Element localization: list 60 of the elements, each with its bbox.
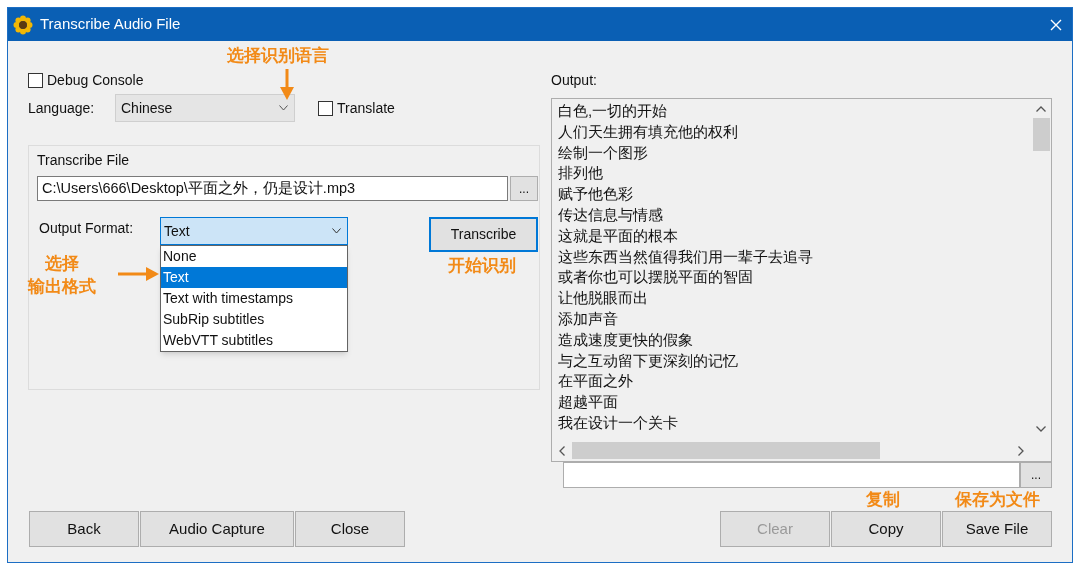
output-line: 绘制一个图形 [558,142,648,163]
output-line: 在平面之外 [558,371,633,392]
annotation-text: 选择识别语言 [227,45,329,67]
output-line: 与之互动留下更深刻的记忆 [558,350,738,371]
scrollbar-thumb[interactable] [1032,118,1050,151]
browse-button[interactable]: ... [1020,462,1052,488]
output-format-label: Output Format: [38,219,135,238]
dialog-button[interactable]: Close [295,511,405,547]
chevron-down-icon [279,105,288,111]
scroll-up-icon[interactable] [1036,106,1046,112]
arrow-icon [118,266,160,282]
transcribe-button[interactable]: Transcribe [429,217,538,252]
debug-console-label[interactable]: Debug Console [47,69,144,91]
annotation-text: 保存为文件 [955,489,1040,511]
language-label: Language: [28,98,96,118]
chevron-down-icon [332,228,341,234]
dialog-button[interactable]: Audio Capture [140,511,294,547]
scroll-right-icon[interactable] [1018,445,1024,456]
output-line: 让他脱眼而出 [558,288,648,309]
window-title: Transcribe Audio File [40,14,181,35]
browse-button[interactable]: ... [510,176,538,201]
output-line: 赋予他色彩 [558,184,633,205]
close-icon[interactable] [1050,18,1062,31]
output-line: 或者你也可以摆脱平面的智固 [558,267,753,288]
input-field[interactable] [563,462,1020,488]
output-line: 传达信息与情感 [558,205,663,225]
group-title: Transcribe File [37,151,130,170]
output-line: 这些东西当然值得我们用一辈子去追寻 [558,246,813,267]
output-line: 造成速度更快的假象 [558,329,693,350]
output-label: Output: [551,71,597,90]
annotation-text: 开始识别 [448,255,516,277]
dropdown-option[interactable]: Text with timestamps [161,288,347,309]
dropdown-option[interactable]: None [161,246,347,267]
dialog-button[interactable]: Save File [942,511,1052,547]
checkbox[interactable] [28,72,43,88]
output-line: 人们天生拥有填充他的权利 [558,121,738,142]
dropdown-option[interactable]: WebVTT subtitles [161,330,347,351]
dropdown-option[interactable]: SubRip subtitles [161,309,347,330]
annotation-text: 复制 [866,489,900,511]
output-line: 我在设计一个关卡 [558,412,678,433]
output-line: 排列他 [558,163,603,184]
output-line: 添加声音 [558,308,618,329]
dropdown-option[interactable]: Text [161,267,347,288]
scroll-left-icon[interactable] [559,445,565,456]
language-dropdown[interactable]: Chinese [115,94,295,122]
checkbox[interactable] [318,100,333,116]
output-line: 这就是平面的根本 [558,225,678,246]
annotation-text: 选择 输出格式 [28,253,96,298]
scroll-down-icon[interactable] [1036,426,1046,432]
output-format-dropdown[interactable]: Text [160,217,348,245]
output-line: 白色,一切的开始 [558,101,668,121]
sunflower-icon [13,14,33,35]
file-path-field[interactable]: C:\Users\666\Desktop\平面之外，仍是设计.mp3 [37,176,508,201]
dialog-button[interactable]: Copy [831,511,941,547]
arrow-icon [279,69,295,101]
output-line: 超越平面 [558,392,618,413]
output-text-area[interactable]: 白色,一切的开始 人们天生拥有填充他的权利 绘制一个图形 排列他 赋予他色彩 传达信息与情感 这就是平面的根本 这些东西当然值得我们用一辈子去追寻 或者你也可以摆脱平面的智固 让他脱眼而出 添加声音 造成速度更快的假象 与之互动留下更深刻的记忆 在平面之外 超越平面 我在设计一个关卡 [551,98,1052,462]
translate-label[interactable]: Translate [337,97,395,119]
dialog-button[interactable]: Back [29,511,139,547]
scrollbar-thumb[interactable] [572,442,880,459]
